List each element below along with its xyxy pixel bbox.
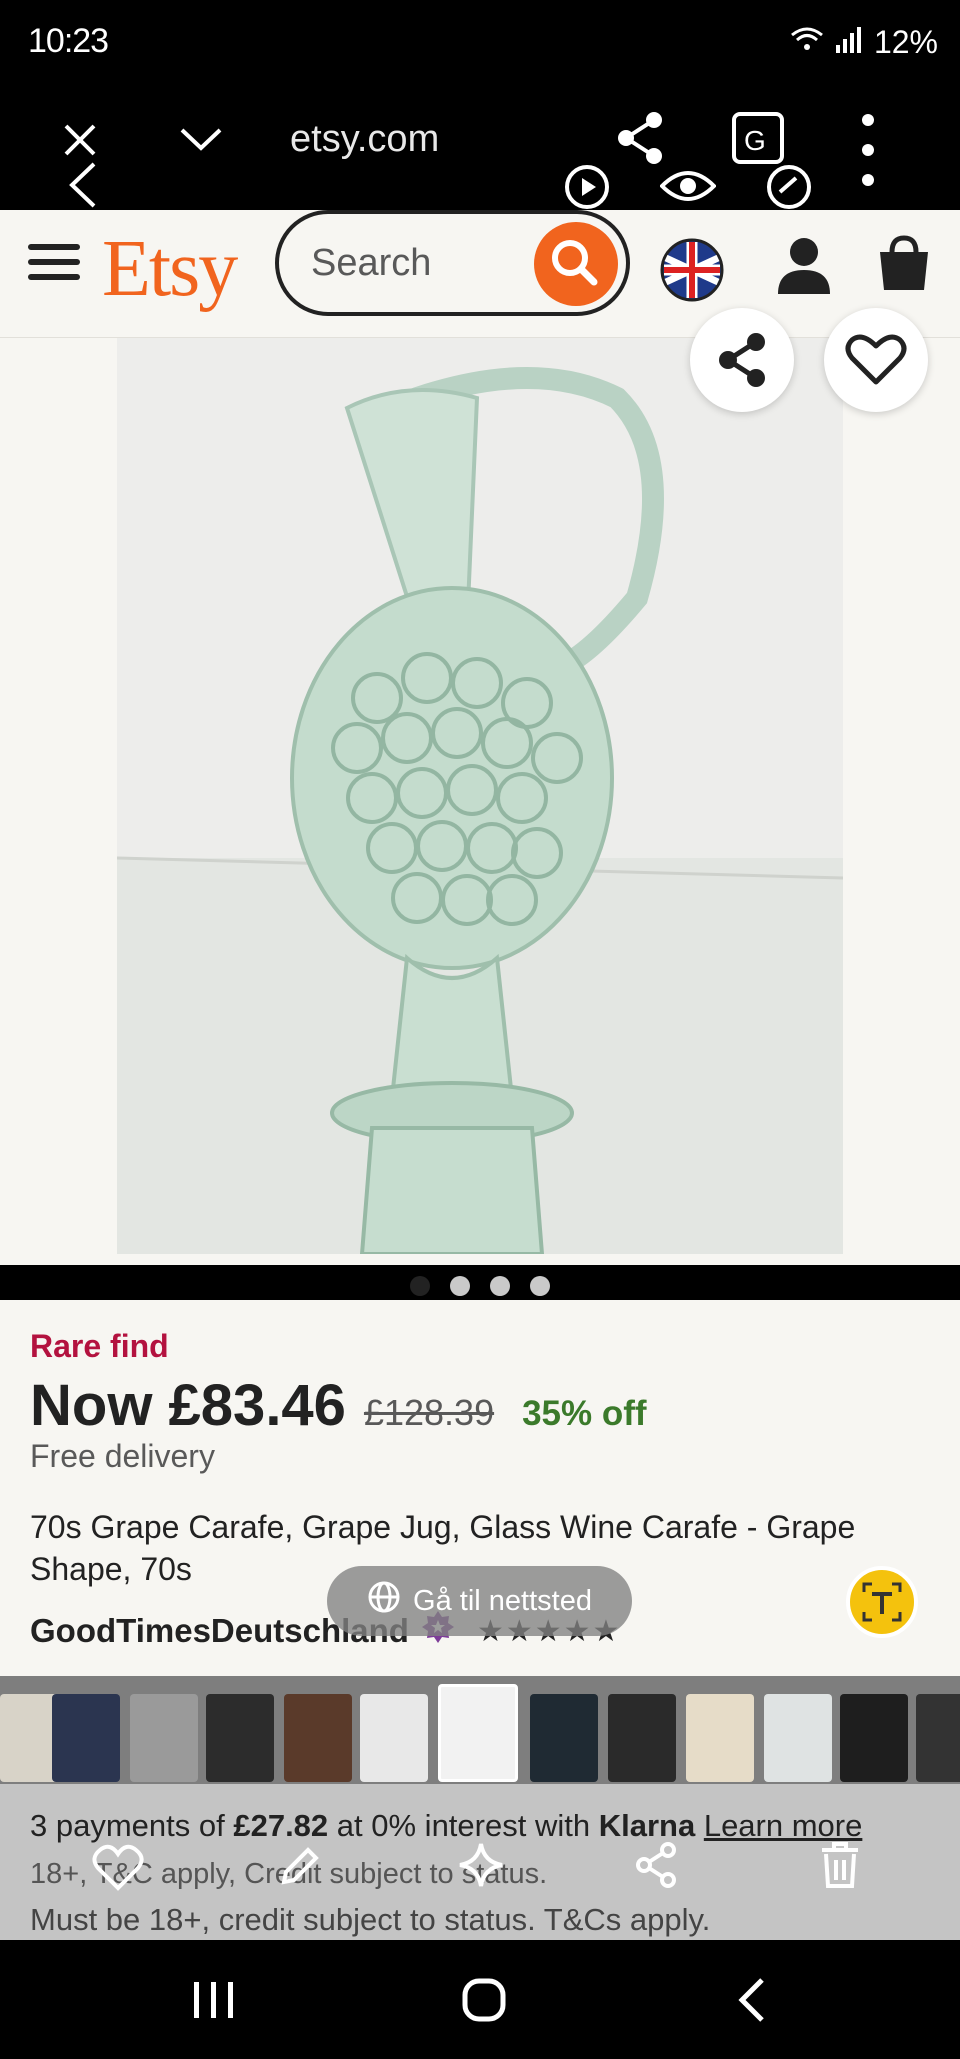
browser-toolbar: etsy.com G [0,90,960,210]
chevron-down-icon[interactable] [176,120,226,165]
url-text[interactable]: etsy.com [290,118,439,161]
system-nav-bar [0,1940,960,2059]
more-menu-icon[interactable] [858,110,878,205]
thumbnail[interactable] [52,1694,120,1782]
eye-icon[interactable] [659,166,717,211]
battery-percent: 12% [873,24,938,60]
delivery-text: Free delivery [30,1438,215,1474]
visit-site-label: Gå til nettsted [413,1584,592,1617]
back-icon[interactable] [736,1976,768,2029]
recent-apps-icon[interactable] [192,1980,236,2025]
thumbnail[interactable] [130,1694,198,1782]
klarna-terms-full: Must be 18+, credit subject to status. T… [30,1902,711,1937]
klarna-panel: 3 payments of £27.82 at 0% interest with… [0,1784,960,1940]
favorite-button[interactable] [824,308,928,412]
carousel-dot-2[interactable] [450,1276,470,1296]
thumbnail[interactable] [530,1694,598,1782]
text-lens-button[interactable] [846,1566,918,1638]
klarna-middle: at 0% interest with [336,1808,591,1843]
heart-icon[interactable] [92,1844,144,1897]
thumbnail[interactable] [284,1694,352,1782]
globe-icon [367,1580,401,1622]
status-icons: 12% [790,24,938,61]
search-placeholder: Search [311,242,432,284]
hamburger-menu-icon[interactable] [28,240,80,289]
rotate-icon[interactable] [764,162,814,217]
product-image[interactable] [117,338,843,1254]
thumbnail[interactable] [686,1694,754,1782]
glass-carafe-image [117,338,843,1254]
search-input[interactable]: Search [275,210,630,316]
trash-icon[interactable] [818,1840,862,1895]
status-time: 10:23 [28,22,109,60]
rare-find-badge: Rare find [30,1328,169,1364]
svg-text:G: G [744,125,766,156]
sparkle-icon[interactable] [456,1840,506,1895]
klarna-amount: £27.82 [233,1808,329,1843]
thumbnail[interactable] [360,1694,428,1782]
visit-site-button[interactable]: Gå til nettsted [327,1566,632,1636]
share-icon[interactable] [634,1842,680,1893]
share-button[interactable] [690,308,794,412]
klarna-line: 3 payments of £27.82 at 0% interest with… [30,1808,862,1844]
share-icon [719,333,765,387]
original-price: £128.39 [363,1392,495,1433]
carousel-dot-3[interactable] [490,1276,510,1296]
signal-icon [835,24,862,61]
thumbnail[interactable] [206,1694,274,1782]
edit-icon[interactable] [276,1842,324,1895]
learn-more-link[interactable]: Learn more [704,1808,863,1843]
discount-label: 35% off [522,1394,647,1433]
search-button[interactable] [534,222,618,306]
carousel-dot-1[interactable] [410,1276,430,1296]
klarna-prefix: 3 payments of [30,1808,225,1843]
wifi-icon [790,24,824,61]
search-icon [552,240,598,286]
current-price: Now £83.46 [30,1373,346,1438]
status-bar: 10:23 12% [0,0,960,90]
klarna-brand: Klarna [598,1808,696,1843]
product-gallery [0,308,960,1265]
etsy-logo[interactable]: Etsy [102,224,238,315]
uk-flag-icon[interactable] [660,238,724,307]
thumbnail[interactable] [916,1694,960,1782]
share-icon[interactable] [614,110,666,171]
account-icon[interactable] [776,236,832,301]
etsy-header: Etsy Search [0,210,960,338]
heart-icon [845,334,907,385]
video-icon[interactable] [562,162,612,217]
home-icon[interactable] [462,1978,506,2027]
thumbnail[interactable] [840,1694,908,1782]
recent-apps-strip [0,1676,960,1784]
cart-icon[interactable] [876,234,932,299]
thumbnail-active[interactable] [438,1684,518,1782]
text-scan-icon [862,1582,902,1622]
back-arrow-icon[interactable] [66,160,100,215]
thumbnail[interactable] [608,1694,676,1782]
price-row: Now £83.46 £128.39 35% off [30,1372,647,1439]
carousel-dot-4[interactable] [530,1276,550,1296]
thumbnail[interactable] [764,1694,832,1782]
